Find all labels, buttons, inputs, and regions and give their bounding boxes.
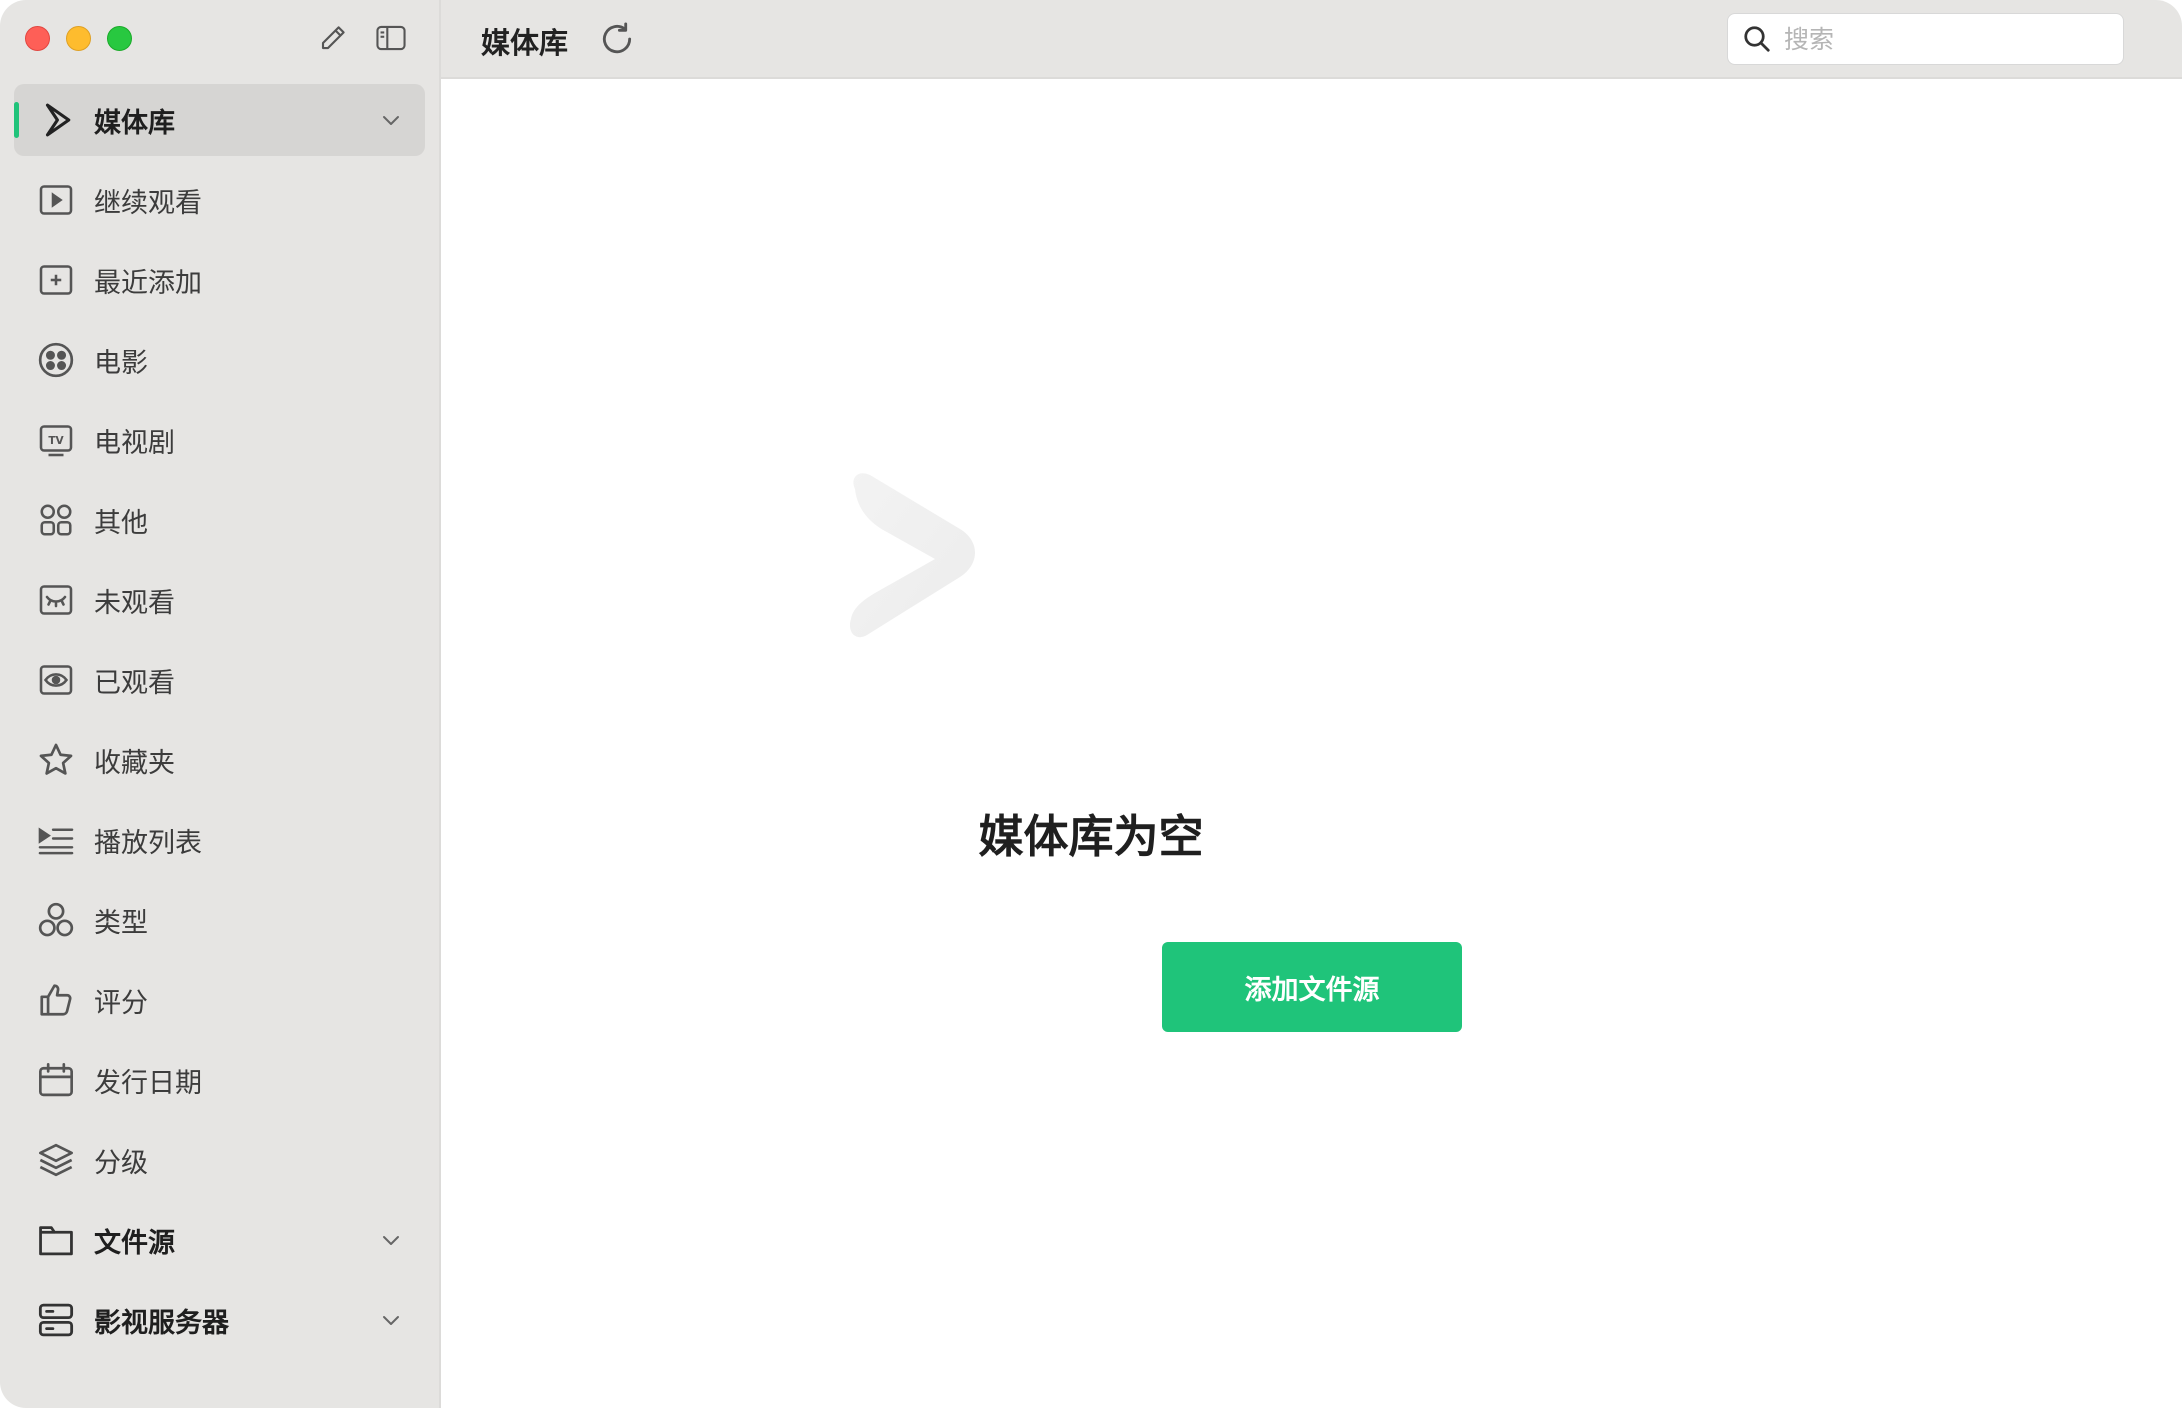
window-controls — [25, 26, 132, 51]
sidebar-item-label: 其他 — [94, 507, 148, 539]
sidebar-item-label: 最近添加 — [94, 267, 202, 299]
svg-text:TV: TV — [48, 435, 64, 447]
sidebar-item-other[interactable]: 其他 — [14, 484, 425, 556]
sidebar-item-label: 电影 — [94, 347, 148, 379]
page-title: 媒体库 — [481, 26, 569, 60]
sidebar-item-ratings[interactable]: 评分 — [14, 964, 425, 1036]
search-box[interactable] — [1727, 13, 2124, 65]
circles-icon — [38, 902, 74, 937]
star-icon — [39, 743, 73, 775]
sidebar-item-movies[interactable]: 电影 — [14, 324, 425, 396]
sidebar-item-library[interactable]: 媒体库 — [14, 84, 425, 156]
add-file-source-button[interactable]: 添加文件源 — [1162, 942, 1462, 1032]
sidebar-item-tv-shows[interactable]: TV 电视剧 — [14, 404, 425, 476]
grid-icon — [40, 504, 72, 536]
search-input[interactable] — [1782, 23, 2106, 55]
sidebar: 媒体库 继续观看 最近添加 电影 TV 电视剧 其他 未观看 已观看 收藏夹 播… — [0, 0, 441, 1408]
sidebar-toggle-icon — [376, 25, 406, 51]
sidebar-item-label: 收藏夹 — [94, 747, 175, 779]
toolbar: 媒体库 — [441, 0, 2182, 79]
thumbs-up-icon — [40, 984, 72, 1016]
plus-square-icon — [39, 265, 73, 295]
edit-button[interactable] — [315, 20, 351, 56]
tv-icon: TV — [39, 425, 73, 457]
empty-library-logo-icon — [849, 473, 975, 638]
sidebar-item-genres[interactable]: 类型 — [14, 884, 425, 956]
sidebar-item-unwatched[interactable]: 未观看 — [14, 564, 425, 636]
close-window-button[interactable] — [25, 26, 50, 51]
sidebar-item-favorites[interactable]: 收藏夹 — [14, 724, 425, 796]
sidebar-item-classification[interactable]: 分级 — [14, 1124, 425, 1196]
sidebar-nav: 媒体库 继续观看 最近添加 电影 TV 电视剧 其他 未观看 已观看 收藏夹 播… — [14, 84, 425, 1364]
chevron-down-icon[interactable] — [379, 1308, 403, 1332]
sidebar-item-recently-added[interactable]: 最近添加 — [14, 244, 425, 316]
main-content — [441, 79, 2182, 1408]
chevron-down-icon[interactable] — [379, 108, 403, 132]
sidebar-item-label: 发行日期 — [94, 1067, 202, 1099]
calendar-icon — [39, 1063, 73, 1097]
sidebar-item-label: 类型 — [94, 907, 148, 939]
app-window: 媒体库 继续观看 最近添加 电影 TV 电视剧 其他 未观看 已观看 收藏夹 播… — [0, 0, 2182, 1408]
sidebar-item-label: 影视服务器 — [94, 1307, 229, 1339]
minimize-window-button[interactable] — [66, 26, 91, 51]
sidebar-item-label: 评分 — [94, 987, 148, 1019]
search-icon — [1744, 26, 1770, 52]
sidebar-item-label: 继续观看 — [94, 187, 202, 219]
pencil-icon — [321, 26, 345, 50]
sidebar-item-watched[interactable]: 已观看 — [14, 644, 425, 716]
film-reel-icon — [38, 342, 74, 378]
sidebar-item-media-servers[interactable]: 影视服务器 — [14, 1284, 425, 1356]
sidebar-toolbar — [315, 20, 409, 56]
sidebar-item-label: 已观看 — [94, 667, 175, 699]
server-icon — [38, 1303, 74, 1337]
eye-open-icon — [39, 665, 73, 695]
eye-closed-icon — [39, 585, 73, 615]
layers-icon — [39, 1143, 73, 1177]
play-square-icon — [39, 185, 73, 215]
toggle-sidebar-button[interactable] — [373, 20, 409, 56]
chevron-down-icon[interactable] — [379, 1228, 403, 1252]
sidebar-item-release-date[interactable]: 发行日期 — [14, 1044, 425, 1116]
sidebar-item-label: 未观看 — [94, 587, 175, 619]
empty-state-title: 媒体库为空 — [978, 810, 1204, 863]
play-logo-icon — [45, 103, 71, 137]
folder-icon — [39, 1226, 73, 1256]
sidebar-item-label: 电视剧 — [94, 427, 175, 459]
sidebar-item-label: 分级 — [94, 1147, 148, 1179]
sidebar-item-continue-watching[interactable]: 继续观看 — [14, 164, 425, 236]
zoom-window-button[interactable] — [107, 26, 132, 51]
sidebar-item-label: 文件源 — [94, 1227, 175, 1259]
sidebar-item-file-sources[interactable]: 文件源 — [14, 1204, 425, 1276]
sidebar-item-label: 媒体库 — [94, 107, 175, 139]
refresh-icon[interactable] — [598, 20, 636, 58]
